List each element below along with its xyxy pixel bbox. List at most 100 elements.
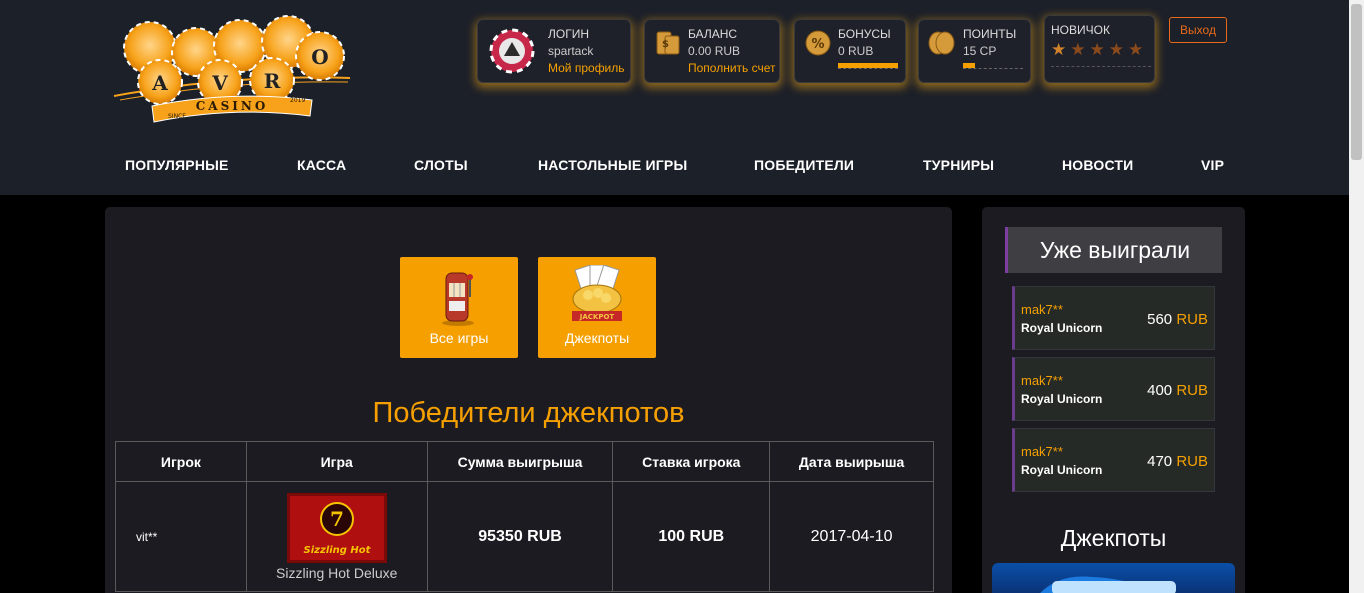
winner-game: Royal Unicorn bbox=[1021, 392, 1103, 406]
jackpot-winners-heading: Победители джекпотов bbox=[372, 397, 685, 429]
logo-letter-a: A bbox=[151, 71, 168, 95]
table-row: vit** 7 Sizzling Hot Sizzling Hot Deluxe… bbox=[115, 481, 934, 592]
balance-title: БАЛАНС bbox=[688, 27, 738, 41]
jackpots-heading: Джекпоты bbox=[1060, 525, 1167, 551]
svg-text:$: $ bbox=[662, 39, 669, 50]
svg-text:7: 7 bbox=[330, 507, 344, 531]
col-game: Игра bbox=[245, 441, 428, 482]
winner-name: mak7** bbox=[1021, 373, 1063, 388]
all-games-label: Все игры bbox=[429, 330, 489, 346]
bonus-progress-fill bbox=[838, 63, 898, 68]
list-item[interactable]: mak7** Royal Unicorn 400 RUB bbox=[1012, 357, 1215, 421]
list-item[interactable]: mak7** Royal Unicorn 470 RUB bbox=[1012, 428, 1215, 492]
winner-amount-value: 470 bbox=[1147, 453, 1173, 470]
table-header-row: Игрок Игра Сумма выигрыша Ставка игрока … bbox=[115, 441, 934, 482]
bonus-box: % БОНУСЫ 0 RUB bbox=[794, 19, 906, 83]
logo-since: SINCE bbox=[168, 113, 186, 120]
col-bet: Ставка игрока bbox=[612, 441, 771, 482]
coins-icon bbox=[928, 31, 955, 55]
list-item[interactable]: mak7** Royal Unicorn 560 RUB bbox=[1012, 286, 1215, 350]
thumbnail-logo-text: Sizzling Hot bbox=[303, 545, 371, 556]
row-amount: 95350 RUB bbox=[426, 481, 614, 592]
bonus-value: 0 RUB bbox=[838, 44, 874, 58]
balance-box: $ БАЛАНС 0.00 RUB Пополнить счет bbox=[644, 19, 780, 83]
star-icon: ★ bbox=[1108, 40, 1128, 59]
rank-title: НОВИЧОК bbox=[1051, 23, 1110, 37]
logout-button[interactable]: Выход bbox=[1169, 17, 1227, 43]
bonus-title: БОНУСЫ bbox=[838, 27, 891, 41]
winner-amount-value: 560 bbox=[1147, 311, 1173, 328]
winner-currency: RUB bbox=[1176, 453, 1208, 470]
winner-amount-value: 400 bbox=[1147, 382, 1173, 399]
row-game-cell[interactable]: 7 Sizzling Hot Sizzling Hot Deluxe bbox=[245, 481, 428, 592]
jackpot-banner[interactable] bbox=[992, 563, 1235, 593]
balance-value: 0.00 RUB bbox=[688, 44, 741, 58]
site-header: A V R O CASINO SINCE 2019 ЛОГИН spartack… bbox=[0, 0, 1364, 195]
jackpots-label: Джекпоты bbox=[564, 330, 630, 346]
row-player: vit** bbox=[115, 481, 247, 592]
points-box: ПОИНТЫ 15 CP bbox=[918, 19, 1031, 83]
sizzling-hot-thumbnail[interactable]: 7 Sizzling Hot bbox=[286, 492, 387, 563]
col-amount: Сумма выигрыша bbox=[426, 441, 614, 482]
logo-year: 2019 bbox=[290, 97, 305, 104]
row-game-name: Sizzling Hot Deluxe bbox=[276, 564, 398, 581]
coin-stack-icon: $ bbox=[656, 31, 680, 55]
rank-box: НОВИЧОК ★★★★★ bbox=[1044, 15, 1155, 83]
logo-letter-v: V bbox=[211, 71, 228, 95]
logo-letter-r: R bbox=[264, 69, 281, 93]
bonus-percent-icon: % bbox=[805, 30, 831, 56]
row-bet: 100 RUB bbox=[612, 481, 771, 592]
bonus-progress-bar bbox=[838, 63, 898, 69]
nav-tournaments[interactable]: ТУРНИРЫ bbox=[923, 157, 994, 173]
all-games-tile[interactable]: Все игры bbox=[400, 257, 518, 358]
winner-game: Royal Unicorn bbox=[1021, 463, 1103, 477]
winner-name: mak7** bbox=[1021, 444, 1063, 459]
nav-winners[interactable]: ПОБЕДИТЕЛИ bbox=[754, 157, 854, 173]
sidebar: Уже выиграли mak7** Royal Unicorn 560 RU… bbox=[982, 207, 1245, 593]
winner-amount: 400 RUB bbox=[1147, 382, 1208, 399]
jackpot-winners-table: Игрок Игра Сумма выигрыша Ставка игрока … bbox=[115, 441, 934, 592]
casino-page: A V R O CASINO SINCE 2019 ЛОГИН spartack… bbox=[0, 0, 1364, 593]
page-scrollbar[interactable] bbox=[1349, 0, 1364, 593]
jackpots-tile[interactable]: JACKPOT Джекпоты bbox=[538, 257, 656, 358]
logo-letter-o: O bbox=[311, 45, 328, 69]
star-icon: ★ bbox=[1051, 40, 1071, 59]
col-player: Игрок bbox=[115, 441, 247, 482]
jackpot-icon: JACKPOT bbox=[572, 265, 622, 321]
star-icon: ★ bbox=[1089, 40, 1109, 59]
nav-news[interactable]: НОВОСТИ bbox=[1062, 157, 1133, 173]
already-won-title: Уже выиграли bbox=[1005, 227, 1222, 273]
winner-name: mak7** bbox=[1021, 302, 1063, 317]
deposit-link[interactable]: Пополнить счет bbox=[688, 61, 776, 75]
login-username: spartack bbox=[548, 44, 594, 58]
svg-text:%: % bbox=[811, 37, 824, 52]
nav-vip[interactable]: VIP bbox=[1201, 157, 1224, 173]
slot-machine-icon bbox=[442, 272, 474, 326]
points-progress-bar bbox=[963, 63, 1023, 69]
row-date: 2017-04-10 bbox=[769, 481, 934, 592]
logo-casino-word: CASINO bbox=[196, 99, 269, 113]
star-icon: ★ bbox=[1070, 40, 1090, 59]
winner-currency: RUB bbox=[1176, 311, 1208, 328]
winner-currency: RUB bbox=[1176, 382, 1208, 399]
avro-casino-logo[interactable]: A V R O CASINO SINCE 2019 bbox=[112, 6, 352, 128]
nav-slots[interactable]: СЛОТЫ bbox=[414, 157, 468, 173]
nav-popular[interactable]: ПОПУЛЯРНЫЕ bbox=[125, 157, 229, 173]
scrollbar-thumb[interactable] bbox=[1351, 4, 1362, 160]
my-profile-link[interactable]: Мой профиль bbox=[548, 61, 625, 75]
rank-progress-line bbox=[1051, 66, 1151, 67]
rank-stars: ★★★★★ bbox=[1051, 40, 1147, 60]
winner-game: Royal Unicorn bbox=[1021, 321, 1103, 335]
nav-table-games[interactable]: НАСТОЛЬНЫЕ ИГРЫ bbox=[538, 157, 687, 173]
winner-amount: 470 RUB bbox=[1147, 453, 1208, 470]
points-progress-fill bbox=[963, 63, 975, 68]
main-panel: Все игры JACKPOT Джекпоты Победители дже… bbox=[105, 207, 952, 593]
points-title: ПОИНТЫ bbox=[963, 27, 1017, 41]
col-date: Дата выирыша bbox=[769, 441, 934, 482]
star-icon: ★ bbox=[1128, 40, 1148, 59]
nav-cashier[interactable]: КАССА bbox=[297, 157, 346, 173]
winner-amount: 560 RUB bbox=[1147, 311, 1208, 328]
login-box: ЛОГИН spartack Мой профиль bbox=[477, 19, 631, 83]
points-value: 15 CP bbox=[963, 44, 997, 58]
poker-chip-avatar-icon bbox=[489, 28, 535, 74]
